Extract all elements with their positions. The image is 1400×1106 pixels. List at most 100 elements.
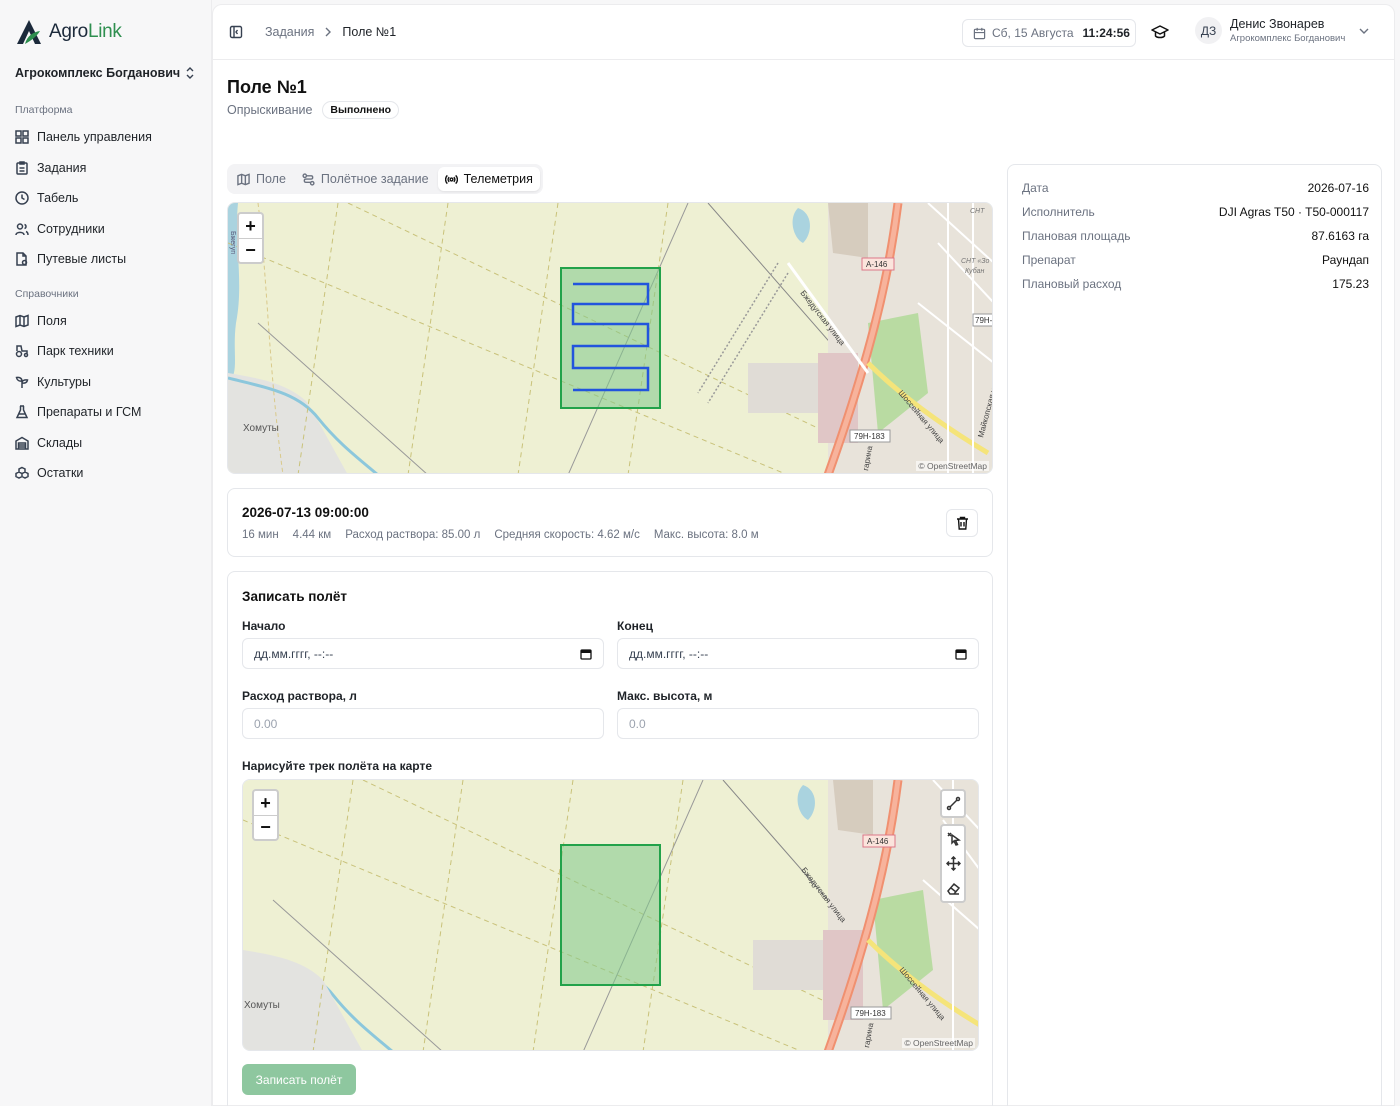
trash-icon [956,516,968,530]
erase-button[interactable] [942,876,964,901]
info-key: Дата [1022,181,1049,195]
field-boundary[interactable] [560,267,661,409]
draw-track-map[interactable]: Хомуты А-146 79Н-183 Бжедугская улица Шо… [242,779,979,1051]
avatar: ДЗ [1195,17,1222,44]
sidebar-item-crops[interactable]: Культуры [15,375,91,389]
sidebar-item-tasks[interactable]: Задания [15,161,86,175]
app-name: AgroLink [49,21,122,42]
altitude-input[interactable]: 0.0 [617,708,979,739]
calendar-icon [973,27,986,39]
map-icon [237,172,250,186]
map-label-village: Хомуты [243,423,279,434]
info-value: Раундап [1322,253,1369,267]
sidebar-item-waybills[interactable]: Путевые листы [15,252,126,266]
organization-name: Агрокомплекс Богданович [15,66,181,80]
tab-label: Полётное задание [320,172,429,186]
clipboard-icon [16,161,28,175]
sidebar-item-employees[interactable]: Сотрудники [15,222,105,236]
flight-distance: 4.44 км [292,529,332,541]
calendar-icon[interactable] [580,648,592,660]
map-label-road: 79Н- [975,316,993,325]
end-placeholder: дд.мм.гггг, --:-- [629,646,709,661]
move-button[interactable] [942,851,964,876]
status-badge: Выполнено [322,101,400,119]
breadcrumb: Задания Поле №1 [229,25,396,39]
draw-polyline-button[interactable] [942,791,964,816]
breadcrumb-tasks-link[interactable]: Задания [265,25,314,39]
start-datetime-input[interactable]: дд.мм.гггг, --:-- [242,638,604,669]
current-time: 11:24:56 [1082,26,1130,40]
solution-input[interactable]: 0.00 [242,708,604,739]
sidebar-item-stock[interactable]: Остатки [15,466,83,480]
start-placeholder: дд.мм.гггг, --:-- [254,646,334,661]
breadcrumb-current: Поле №1 [342,25,397,39]
zoom-control: + − [237,212,264,264]
zoom-in-button[interactable]: + [239,214,262,238]
info-value: 87.6163 га [1311,229,1370,243]
sidebar-item-label: Парк техники [37,344,114,358]
record-flight-button[interactable]: Записать полёт [242,1064,356,1095]
current-date: Сб, 15 Августа [992,26,1074,40]
field-boundary[interactable] [560,844,661,986]
end-datetime-input[interactable]: дд.мм.гггг, --:-- [617,638,979,669]
info-row-date: Дата 2026-07-16 [1022,181,1369,195]
zoom-out-button[interactable]: − [254,815,277,839]
sidebar-item-chemicals[interactable]: Препараты и ГСМ [15,405,141,419]
sidebar-item-label: Задания [37,161,87,175]
sidebar-item-fleet[interactable]: Парк техники [15,344,114,358]
flask-icon [15,405,29,419]
map-attribution[interactable]: © OpenStreetMap [902,1038,975,1048]
cursor-edit-icon [946,832,961,846]
page-subtitle: Опрыскивание Выполнено [227,101,400,119]
edit-vertices-button[interactable] [942,826,964,851]
app-logo[interactable]: AgroLink [15,18,122,46]
flight-altitude: Макс. высота: 8.0 м [653,529,759,541]
top-bar: Задания Поле №1 Сб, 15 Августа 11:24:56 … [213,5,1394,60]
info-key: Плановый расход [1022,277,1122,291]
sidebar-toggle-icon[interactable] [229,25,243,39]
start-label: Начало [242,619,286,633]
map-label-area: СНТ «Зо [961,258,990,265]
page-title: Поле №1 [227,77,307,97]
tab-telemetry[interactable]: Телеметрия [437,167,540,191]
tab-bar: Поле Полётное задание Телеметрия [227,164,543,194]
info-row-consumption: Плановый расход 175.23 [1022,277,1369,291]
user-organization: Агрокомплекс Богданович [1230,33,1346,44]
map-icon [15,314,29,328]
info-key: Плановая площадь [1022,229,1131,243]
sidebar-item-label: Препараты и ГСМ [37,405,142,419]
agrolink-logo-icon [17,20,41,44]
tab-flight-plan[interactable]: Полётное задание [295,167,436,191]
graduation-cap-icon[interactable] [1151,23,1169,41]
solution-label: Расход раствора, л [242,689,357,703]
flight-solution: Расход раствора: 85.00 л [345,529,481,541]
dashboard-icon [15,130,29,144]
users-icon [15,223,29,236]
sidebar-item-warehouses[interactable]: Склады [15,436,82,450]
map-label-road: А-146 [867,837,889,846]
user-menu[interactable]: ДЗ Денис Звонарев Агрокомплекс Богданови… [1195,17,1369,44]
organization-switcher[interactable]: Агрокомплекс Богданович [15,66,195,80]
sidebar-item-label: Панель управления [37,130,152,144]
calendar-icon[interactable] [955,648,967,660]
user-name: Денис Звонарев [1230,17,1325,31]
chevrons-up-down-icon [186,67,194,79]
sidebar-item-label: Склады [37,436,83,450]
tab-label: Поле [256,172,286,186]
waybill-icon [16,252,28,266]
sidebar-item-dashboard[interactable]: Панель управления [15,130,152,144]
telemetry-map[interactable]: Хомуты А-146 79Н-183 79Н- Бжедугская ули… [227,202,993,474]
zoom-in-button[interactable]: + [254,791,277,815]
section-platform-label: Платформа [15,104,73,116]
sidebar-item-timesheet[interactable]: Табель [15,191,78,205]
eraser-icon [946,882,960,895]
chevron-right-icon [325,27,332,37]
zoom-out-button[interactable]: − [239,238,262,262]
map-label-road: А-146 [866,260,888,269]
delete-flight-button[interactable] [946,509,978,537]
sidebar-item-fields[interactable]: Поля [15,314,67,328]
sidebar-item-label: Остатки [37,466,84,480]
warehouse-icon [15,436,29,450]
tab-field[interactable]: Поле [230,167,293,191]
map-attribution[interactable]: © OpenStreetMap [916,461,989,471]
